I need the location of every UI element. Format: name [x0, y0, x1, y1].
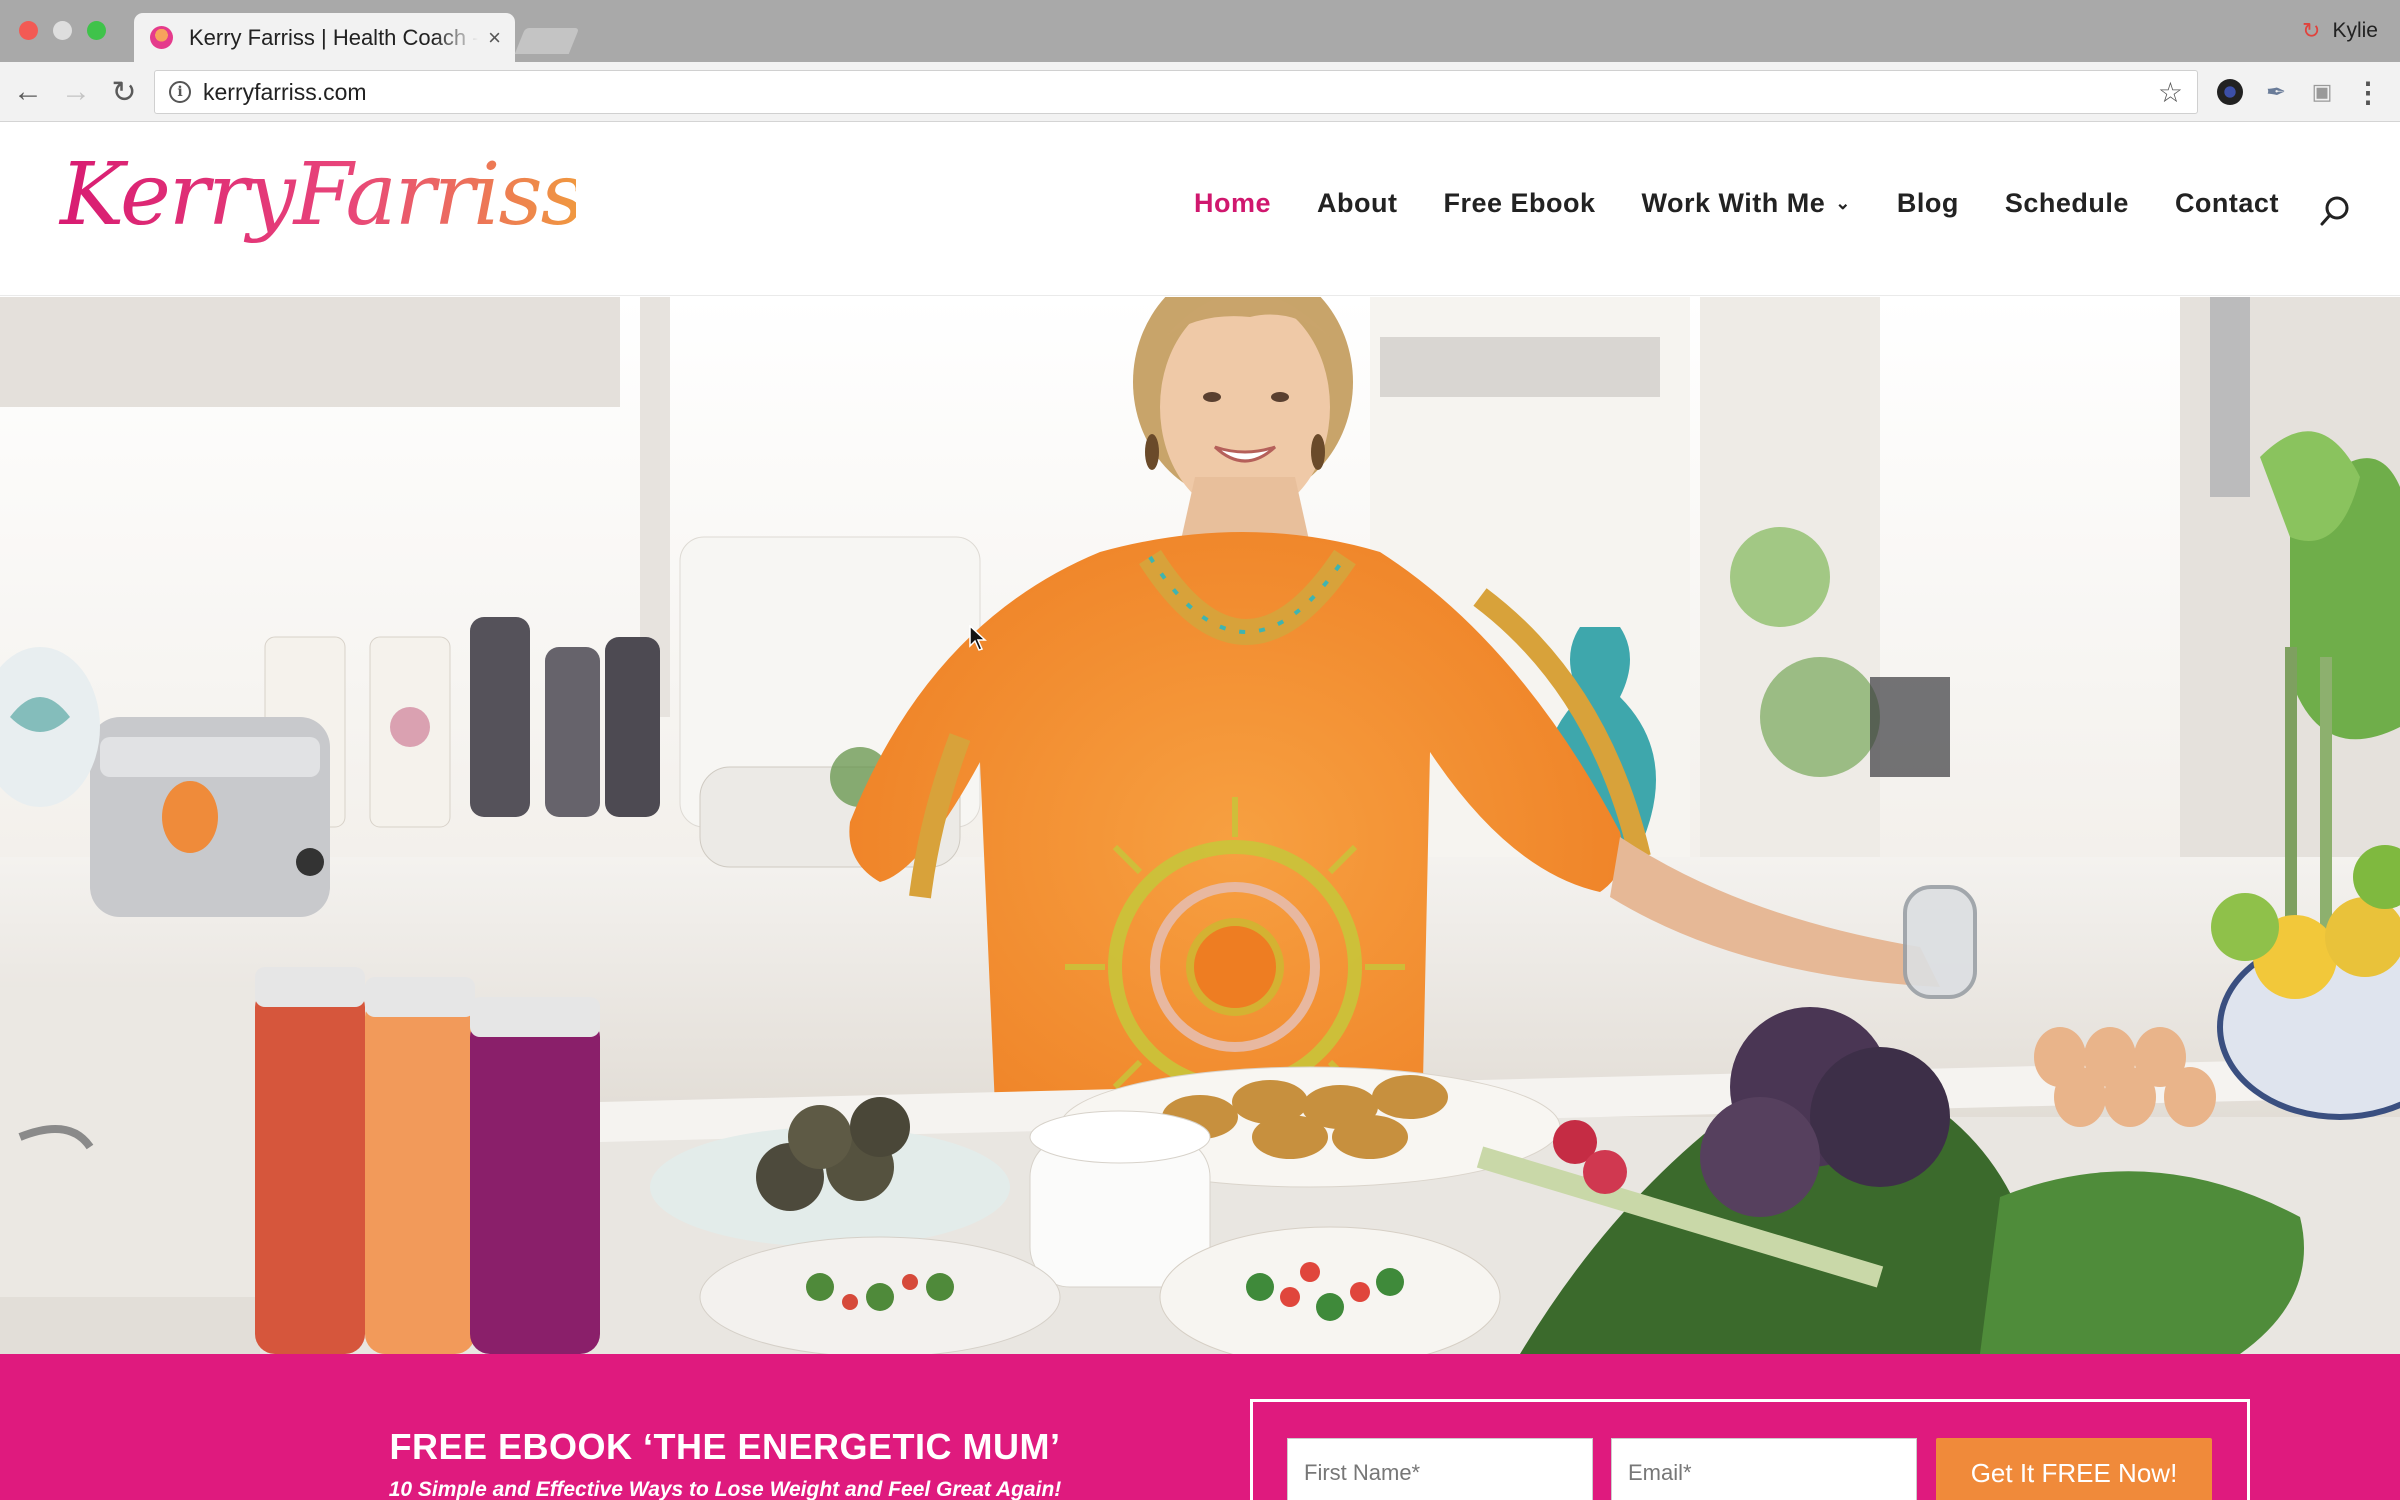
hero-image — [0, 297, 2400, 1354]
nav-contact[interactable]: Contact — [2175, 188, 2279, 219]
optin-section: FREE EBOOK ‘THE ENERGETIC MUM’ 10 Simple… — [0, 1354, 2400, 1500]
nav-home[interactable]: Home — [1194, 188, 1271, 219]
reload-icon[interactable]: ↻ — [104, 72, 144, 112]
info-icon[interactable]: i — [169, 81, 191, 103]
nav-work-with-me[interactable]: Work With Me ⌄ — [1642, 188, 1851, 219]
tab-title: Kerry Farriss | Health Coach - Kerry Far… — [189, 24, 478, 50]
camera-icon[interactable]: ▣ — [2306, 76, 2338, 108]
browser-tab-bar: Kerry Farriss | Health Coach - Kerry Far… — [0, 0, 2400, 62]
site-logo[interactable]: KerryFarriss — [56, 142, 585, 260]
menu-icon[interactable]: ⋮ — [2352, 76, 2384, 108]
browser-toolbar: ← → ↻ i kerryfarriss.com ☆ ✒ ▣ ⋮ — [0, 62, 2400, 122]
new-tab-button[interactable] — [514, 28, 580, 54]
back-arrow-icon[interactable]: ← — [8, 72, 48, 112]
eyedropper-icon[interactable]: ✒ — [2260, 76, 2292, 108]
logo-text: KerryFarriss — [58, 145, 576, 245]
tab-close-icon[interactable]: × — [488, 25, 501, 51]
browser-tab-active[interactable]: Kerry Farriss | Health Coach - Kerry Far… — [134, 13, 515, 62]
optin-form: First Name* Email* Get It FREE Now! — [1250, 1399, 2250, 1500]
bookmark-star-icon[interactable]: ☆ — [2158, 76, 2183, 109]
extension-icon[interactable] — [2214, 76, 2246, 108]
profile-name: Kylie — [2332, 19, 2378, 42]
email-field[interactable]: Email* — [1611, 1438, 1917, 1500]
forward-arrow-icon[interactable]: → — [56, 72, 96, 112]
chevron-down-icon: ⌄ — [1835, 193, 1851, 213]
nav-schedule[interactable]: Schedule — [2005, 188, 2129, 219]
search-icon[interactable] — [2318, 194, 2352, 228]
profile-button[interactable]: ↻ Kylie — [2302, 18, 2378, 44]
nav-about[interactable]: About — [1317, 188, 1397, 219]
url-text[interactable]: kerryfarriss.com — [203, 79, 2158, 106]
nav-free-ebook[interactable]: Free Ebook — [1443, 188, 1595, 219]
optin-subtitle: 10 Simple and Effective Ways to Lose Wei… — [388, 1478, 1062, 1500]
nav-work-with-me-label: Work With Me — [1641, 188, 1826, 218]
optin-title: FREE EBOOK ‘THE ENERGETIC MUM’ — [389, 1426, 1061, 1467]
main-navigation: Home About Free Ebook Work With Me ⌄ Blo… — [1194, 188, 2325, 219]
first-name-field[interactable]: First Name* — [1287, 1438, 1593, 1500]
site-header: KerryFarriss Home About Free Ebook Work … — [0, 122, 2400, 296]
window-minimize-button[interactable] — [53, 21, 72, 40]
nav-blog[interactable]: Blog — [1897, 188, 1959, 219]
mouse-cursor-icon — [969, 625, 987, 651]
profile-icon: ↻ — [2302, 18, 2321, 43]
window-close-button[interactable] — [19, 21, 38, 40]
address-bar[interactable]: i kerryfarriss.com ☆ — [154, 70, 2198, 114]
get-it-free-button[interactable]: Get It FREE Now! — [1936, 1438, 2212, 1500]
site-favicon-icon — [150, 26, 173, 49]
window-maximize-button[interactable] — [87, 21, 106, 40]
